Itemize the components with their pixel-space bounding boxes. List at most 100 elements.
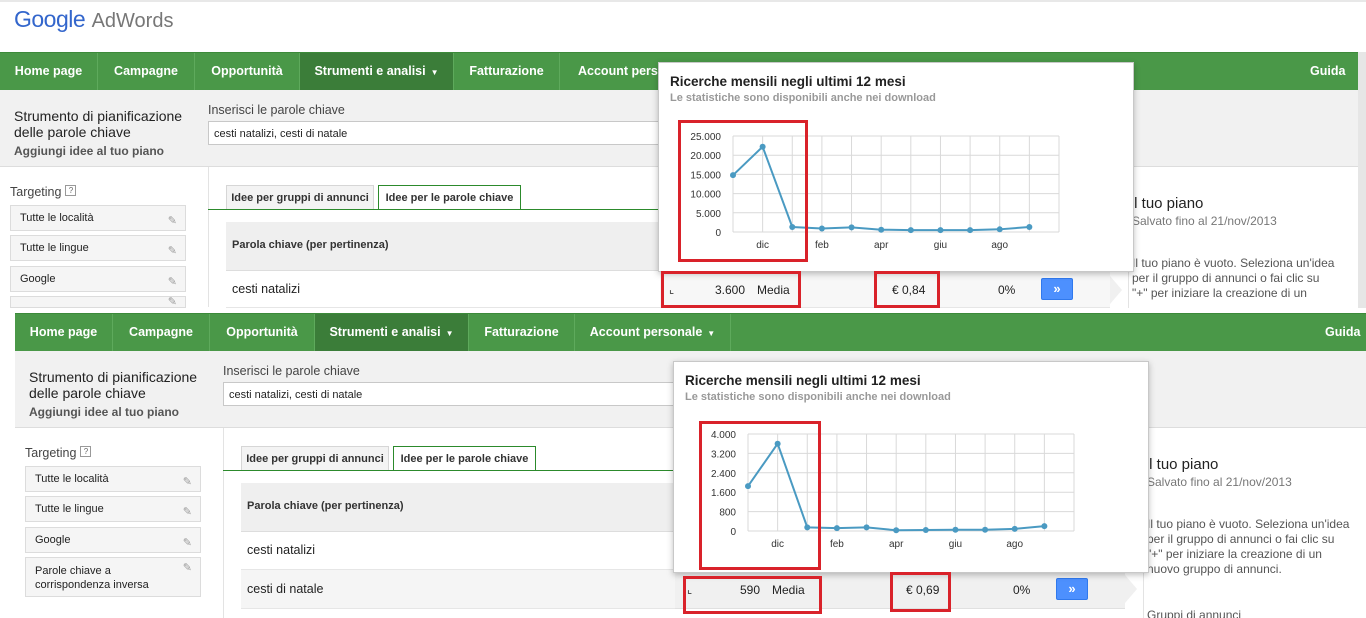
targeting-location-label: Tutte le località xyxy=(35,473,109,485)
caret-down-icon: ▼ xyxy=(707,329,716,338)
nav-tools-label: Strumenti e analisi xyxy=(329,325,441,339)
tab-keyword-ideas[interactable]: Idee per le parole chiave xyxy=(393,446,536,471)
data-point[interactable] xyxy=(833,525,840,532)
highlight-y-axis xyxy=(678,120,808,262)
adwords-logo-text: AdWords xyxy=(91,10,174,32)
targeting-negative-keywords[interactable]: Parole chiave a corrispondenza inversa ✎ xyxy=(25,557,201,597)
targeting-panel-bottom: Targeting? Tutte le località ✎ Tutte le l… xyxy=(15,428,224,618)
data-point[interactable] xyxy=(937,227,944,234)
targeting-language[interactable]: Tutte le lingue ✎ xyxy=(25,496,201,522)
nav-home[interactable]: Home page xyxy=(0,53,98,90)
competition: 0% xyxy=(1013,583,1031,597)
table-header: Parola chiave (per pertinenza) xyxy=(241,483,675,532)
targeting-language-label: Tutte le lingue xyxy=(20,242,89,254)
plan-title: Il tuo piano xyxy=(1130,195,1204,212)
tab-underline xyxy=(208,209,663,210)
table-row[interactable]: cesti natalizi xyxy=(241,532,675,570)
keywords-input[interactable]: cesti natalizi, cesti di natale xyxy=(208,121,668,145)
top-border xyxy=(0,0,1366,2)
targeting-network[interactable]: Google ✎ xyxy=(25,527,201,553)
nav-home[interactable]: Home page xyxy=(15,314,113,351)
nav-billing[interactable]: Fatturazione xyxy=(454,53,560,90)
data-point[interactable] xyxy=(1026,224,1033,231)
plan-line: per il gruppo di annunci o fai clic su xyxy=(1132,271,1320,285)
nav-tools[interactable]: Strumenti e analisi ▼ xyxy=(300,53,454,90)
plan-empty-text: Il tuo piano è vuoto. Seleziona un'idea … xyxy=(1132,256,1334,301)
data-point[interactable] xyxy=(893,527,900,534)
plan-line: Il tuo piano è vuoto. Seleziona un'idea xyxy=(1132,256,1335,270)
data-point[interactable] xyxy=(878,226,885,233)
caret-down-icon: ▼ xyxy=(445,329,454,338)
add-ideas-link[interactable]: Aggiungi idee al tuo piano xyxy=(29,405,179,419)
targeting-negative-partial[interactable]: ✎ xyxy=(10,296,186,308)
nav-help[interactable]: Guida xyxy=(1325,314,1360,351)
data-point[interactable] xyxy=(952,526,959,533)
targeting-text: Targeting xyxy=(25,446,77,460)
data-point[interactable] xyxy=(863,524,870,531)
help-icon[interactable]: ? xyxy=(80,446,92,457)
nav-tools[interactable]: Strumenti e analisi ▼ xyxy=(315,314,469,351)
data-point[interactable] xyxy=(982,526,989,533)
targeting-text: Targeting xyxy=(10,185,62,199)
data-point[interactable] xyxy=(996,226,1003,233)
nav-campaigns[interactable]: Campagne xyxy=(113,314,210,351)
row-arrow xyxy=(1125,575,1137,603)
add-to-plan-button[interactable]: » xyxy=(1056,578,1088,600)
targeting-location-label: Tutte le località xyxy=(20,212,94,224)
highlight-bid xyxy=(874,271,940,308)
nav-campaigns[interactable]: Campagne xyxy=(98,53,195,90)
tab-underline xyxy=(223,470,678,471)
pencil-icon: ✎ xyxy=(182,537,192,549)
google-logo-text: Google xyxy=(14,6,86,32)
keyword-cell: cesti natalizi xyxy=(232,282,301,296)
main-nav-bottom: Home page Campagne Opportunità Strumenti… xyxy=(15,313,1366,352)
data-point[interactable] xyxy=(818,225,825,232)
targeting-language-label: Tutte le lingue xyxy=(35,503,104,515)
nav-opportunities[interactable]: Opportunità xyxy=(210,314,315,351)
nav-billing[interactable]: Fatturazione xyxy=(469,314,575,351)
tool-title: Strumento di pianificazione delle parole… xyxy=(29,369,197,401)
add-to-plan-button[interactable]: » xyxy=(1041,278,1073,300)
plan-saved: Salvato fino al 21/nov/2013 xyxy=(1132,214,1277,228)
plan-empty-text: Il tuo piano è vuoto. Seleziona un'idea … xyxy=(1147,517,1349,577)
nav-account[interactable]: Account personale ▼ xyxy=(575,314,731,351)
table-row[interactable]: cesti di natale xyxy=(241,570,675,609)
tab-ad-group-ideas[interactable]: Idee per gruppi di annunci xyxy=(241,446,389,471)
targeting-negative-label: Parole chiave a corrispondenza inversa xyxy=(35,565,149,591)
column-keyword[interactable]: Parola chiave (per pertinenza) xyxy=(232,239,389,251)
add-ideas-link[interactable]: Aggiungi idee al tuo piano xyxy=(14,144,164,158)
tool-title-line2: delle parole chiave xyxy=(14,124,131,140)
scrollbar-top[interactable] xyxy=(1358,52,1366,308)
data-point[interactable] xyxy=(848,224,855,231)
tool-title-line1: Strumento di pianificazione xyxy=(14,108,183,124)
tool-title: Strumento di pianificazione delle parole… xyxy=(14,108,182,140)
pencil-icon: ✎ xyxy=(167,215,177,227)
x-tick-label: apr xyxy=(889,539,904,550)
targeting-location[interactable]: Tutte le località ✎ xyxy=(10,205,186,231)
x-tick-label: apr xyxy=(874,240,889,251)
column-keyword[interactable]: Parola chiave (per pertinenza) xyxy=(247,500,404,512)
targeting-network[interactable]: Google ✎ xyxy=(10,266,186,292)
row-arrow xyxy=(1110,276,1122,304)
data-point[interactable] xyxy=(922,527,929,534)
data-point[interactable] xyxy=(907,227,914,234)
keywords-label: Inserisci le parole chiave xyxy=(208,103,345,117)
data-point[interactable] xyxy=(1011,525,1018,532)
nav-help[interactable]: Guida xyxy=(1310,53,1345,90)
targeting-location[interactable]: Tutte le località ✎ xyxy=(25,466,201,492)
data-point[interactable] xyxy=(967,227,974,234)
tab-ad-group-ideas[interactable]: Idee per gruppi di annunci xyxy=(226,185,374,210)
nav-opportunities[interactable]: Opportunità xyxy=(195,53,300,90)
keyword-cell: cesti natalizi xyxy=(247,543,316,557)
targeting-label: Targeting? xyxy=(10,185,77,199)
nav-tools-label: Strumenti e analisi xyxy=(314,64,426,78)
targeting-label: Targeting? xyxy=(25,446,92,460)
keywords-input[interactable]: cesti natalizi, cesti di natale xyxy=(223,382,683,406)
tab-keyword-ideas[interactable]: Idee per le parole chiave xyxy=(378,185,521,210)
adwords-logo[interactable]: Google AdWords xyxy=(14,6,173,33)
help-icon[interactable]: ? xyxy=(65,185,77,196)
pencil-icon: ✎ xyxy=(182,476,192,488)
table-row[interactable]: cesti natalizi xyxy=(226,271,660,308)
targeting-language[interactable]: Tutte le lingue ✎ xyxy=(10,235,186,261)
data-point[interactable] xyxy=(1041,523,1048,530)
